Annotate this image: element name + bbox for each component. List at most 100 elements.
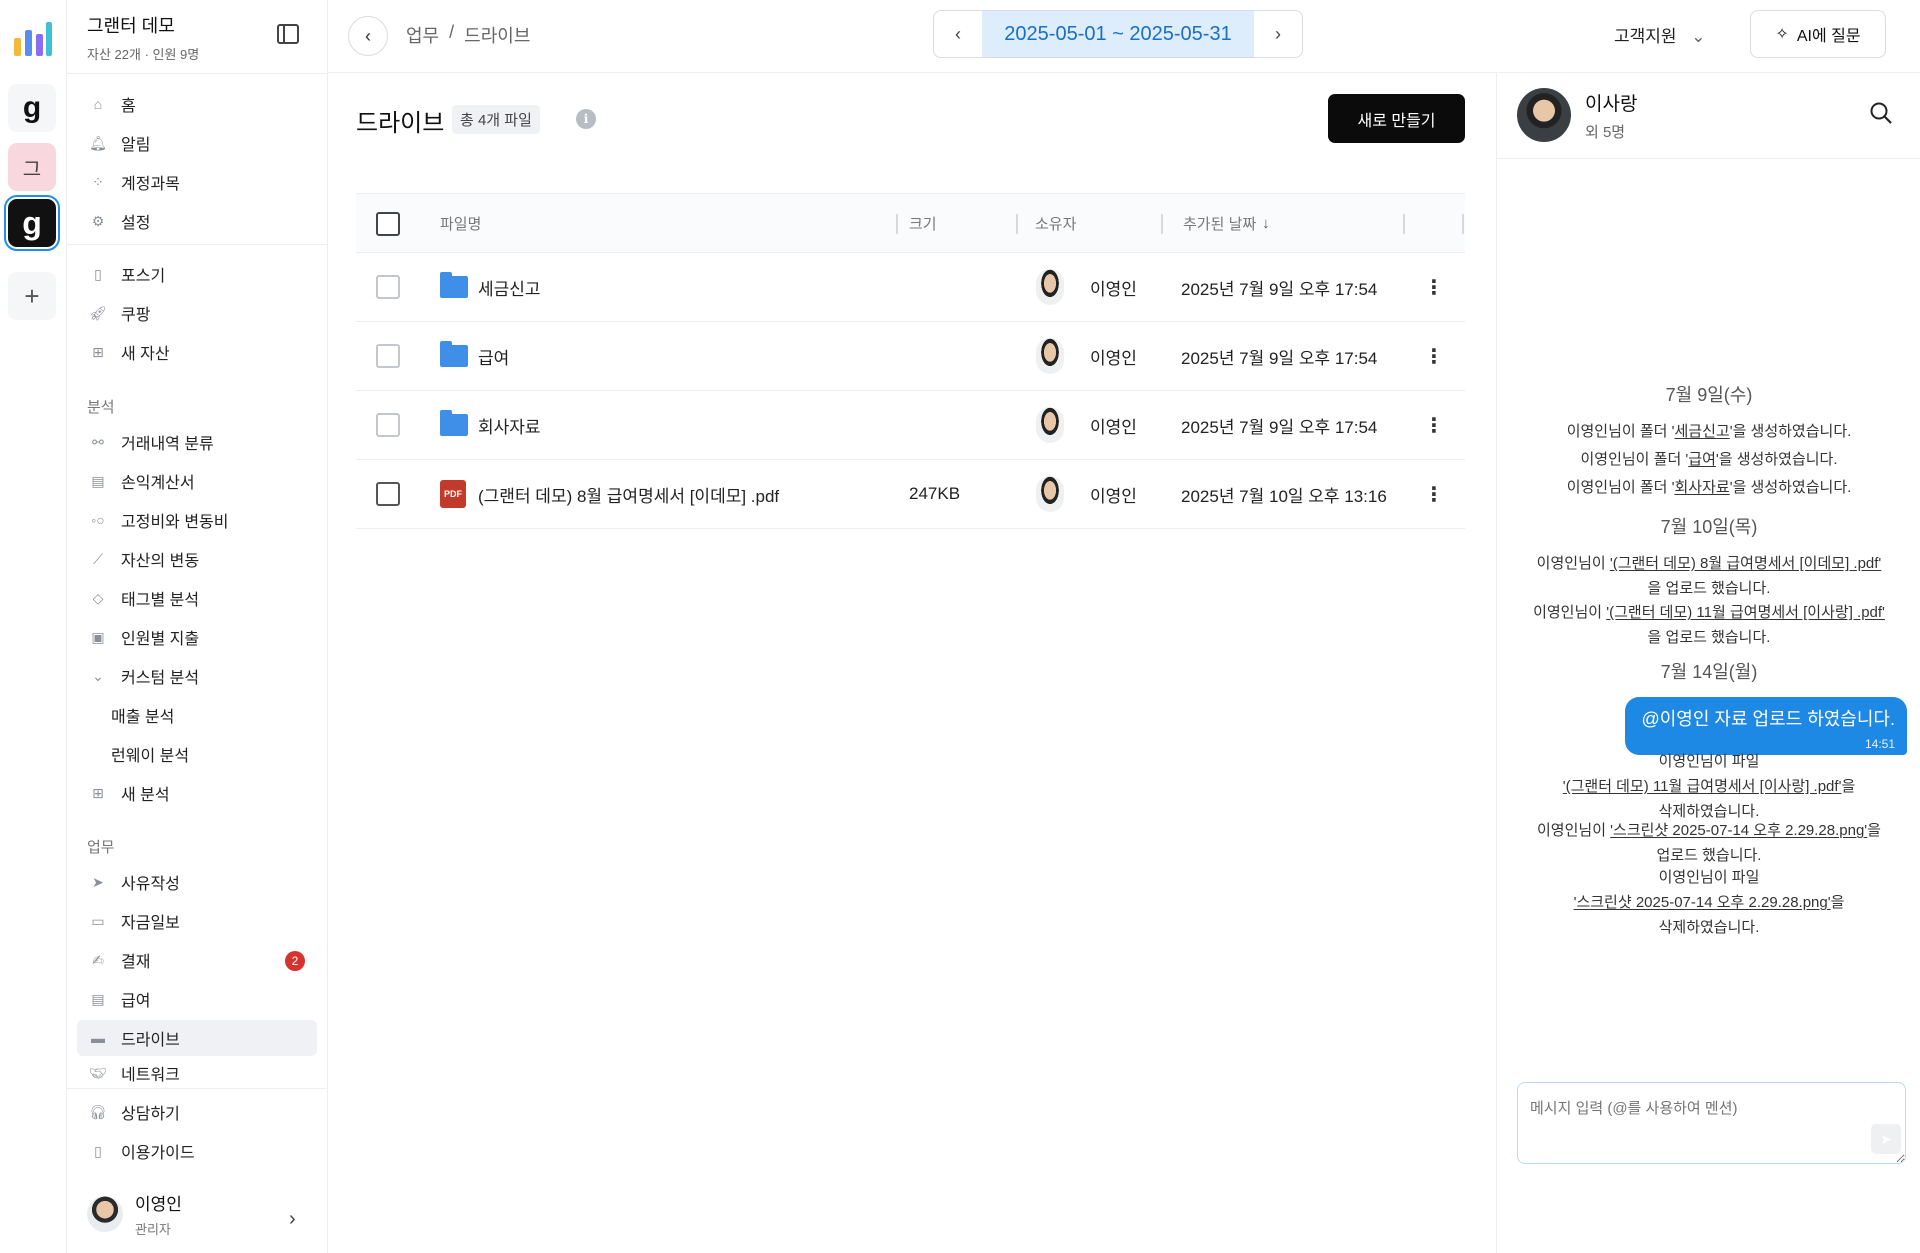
column-resizer[interactable]	[896, 214, 898, 234]
sidebar-item-home[interactable]: ⌂ 홈	[77, 86, 317, 122]
main-content: 드라이브 총 4개 파일 i 새로 만들기 파일명 크기 소유자 추가된 날짜 ↓…	[328, 73, 1496, 1253]
sidebar-item-sales-analysis[interactable]: 매출 분석	[77, 697, 317, 733]
column-header-date[interactable]: 추가된 날짜 ↓	[1183, 194, 1270, 252]
table-row[interactable]: 급여 이영인 2025년 7월 9일 오후 17:54 ⋮	[356, 322, 1465, 391]
sidebar-item-network[interactable]: 🤝︎ 네트워크	[77, 1059, 317, 1087]
avatar[interactable]	[1517, 88, 1571, 142]
chevron-down-icon: ⌄	[1691, 27, 1706, 46]
column-header-name[interactable]: 파일명	[440, 194, 481, 252]
row-checkbox[interactable]	[376, 482, 400, 506]
chat-participant-name: 이사랑	[1585, 94, 1638, 115]
select-all-checkbox[interactable]	[376, 212, 400, 236]
add-workspace-button[interactable]: +	[8, 272, 56, 320]
sidebar-item-asset-change[interactable]: ⟋ 자산의 변동	[77, 541, 317, 577]
next-range-button[interactable]: ›	[1254, 11, 1302, 57]
sidebar-item-person-spend[interactable]: ▣ 인원별 지출	[77, 619, 317, 655]
headset-icon: 🎧︎	[89, 1103, 107, 1120]
support-dropdown[interactable]: 고객지원 ⌄	[1614, 22, 1706, 47]
date-range-text[interactable]: 2025-05-01 ~ 2025-05-31	[982, 11, 1254, 57]
system-message: 이영인님이 '스크린샷 2025-07-14 오후 2.29.28.png'을 업…	[1537, 822, 1881, 864]
app-logo-icon[interactable]	[10, 18, 54, 62]
pos-icon: ▯	[94, 265, 102, 282]
ask-ai-button[interactable]: ✧ AI에 질문	[1750, 10, 1886, 58]
column-resizer[interactable]	[1462, 214, 1464, 234]
table-row[interactable]: 회사자료 이영인 2025년 7월 9일 오후 17:54 ⋮	[356, 391, 1465, 460]
message-link[interactable]: 세금신고	[1675, 423, 1730, 440]
sidebar-item-consult[interactable]: 🎧︎ 상담하기	[77, 1094, 317, 1130]
system-message: 이영인님이 폴더 '세금신고'을 생성하였습니다.	[1566, 423, 1852, 440]
workspace-k-button[interactable]: 그	[8, 143, 56, 191]
sidebar-item-approval[interactable]: ✍︎ 결재 2	[77, 942, 317, 978]
back-button[interactable]: ‹	[348, 16, 388, 56]
chat-participant-count[interactable]: 외 5명	[1585, 121, 1625, 142]
message-link[interactable]: 회사자료	[1675, 479, 1730, 496]
file-name[interactable]: 세금신고	[478, 275, 541, 300]
send-button[interactable]: ➤	[1871, 1124, 1901, 1154]
file-name[interactable]: 급여	[478, 344, 509, 369]
sidebar-item-alerts[interactable]: 🔔︎ 알림	[77, 125, 317, 161]
more-options-icon[interactable]: ⋮	[1424, 460, 1444, 528]
chat-message-bubble[interactable]: @이영인 자료 업로드 하였습니다. 14:51	[1625, 697, 1907, 755]
sidebar-item-accounts[interactable]: ⁘ 계정과목	[77, 164, 317, 200]
message-link[interactable]: '스크린샷 2025-07-14 오후 2.29.28.png'	[1574, 894, 1831, 911]
message-link[interactable]: 급여	[1688, 451, 1716, 468]
info-icon[interactable]: i	[576, 109, 596, 129]
sidebar-item-payroll[interactable]: ▤ 급여	[77, 981, 317, 1017]
column-resizer[interactable]	[1016, 214, 1018, 234]
sidebar-item-reason[interactable]: ➤ 사유작성	[77, 864, 317, 900]
row-checkbox[interactable]	[376, 275, 400, 299]
row-checkbox[interactable]	[376, 344, 400, 368]
file-date: 2025년 7월 10일 오후 13:16	[1181, 486, 1387, 506]
workspace-g-button[interactable]: g	[8, 84, 56, 132]
row-checkbox[interactable]	[376, 413, 400, 437]
message-link[interactable]: '(그랜터 데모) 8월 급여명세서 [이데모] .pdf'	[1610, 555, 1881, 572]
column-header-owner[interactable]: 소유자	[1035, 194, 1076, 252]
handshake-icon: 🤝︎	[89, 1064, 107, 1081]
sidebar-item-settings[interactable]: ⚙ 설정	[77, 203, 317, 239]
file-name[interactable]: (그랜터 데모) 8월 급여명세서 [이데모] .pdf	[478, 482, 779, 507]
sidebar-item-drive[interactable]: ▬ 드라이브	[77, 1020, 317, 1056]
search-icon[interactable]	[1869, 101, 1893, 125]
org-meta: 자산 22개 · 인원 9명	[87, 47, 200, 62]
sidebar-item-fixed-var[interactable]: ◦○ 고정비와 변동비	[77, 502, 317, 538]
message-link[interactable]: '스크린샷 2025-07-14 오후 2.29.28.png'	[1610, 822, 1867, 839]
sidebar-item-pl[interactable]: ▤ 손익계산서	[77, 463, 317, 499]
sidebar-item-new-analysis[interactable]: ⊞ 새 분석	[77, 775, 317, 811]
more-options-icon[interactable]: ⋮	[1424, 322, 1444, 390]
column-header-size[interactable]: 크기	[909, 194, 937, 252]
breadcrumb: 업무 / 드라이브	[406, 22, 530, 48]
sidebar-collapse-icon[interactable]	[277, 24, 299, 44]
avatar	[1036, 476, 1064, 512]
create-new-button[interactable]: 새로 만들기	[1328, 94, 1465, 143]
sidebar-item-daily-fund[interactable]: ▭ 자금일보	[77, 903, 317, 939]
org-info[interactable]: 그랜터 데모 자산 22개 · 인원 9명	[87, 12, 199, 63]
more-options-icon[interactable]: ⋮	[1424, 253, 1444, 321]
report-icon: ▭	[91, 912, 105, 929]
message-link[interactable]: '(그랜터 데모) 11월 급여명세서 [이사랑] .pdf'	[1606, 604, 1885, 621]
column-resizer[interactable]	[1403, 214, 1405, 234]
sidebar-item-pos[interactable]: ▯ 포스기	[77, 256, 317, 292]
table-row[interactable]: PDF (그랜터 데모) 8월 급여명세서 [이데모] .pdf 247KB 이영…	[356, 460, 1465, 529]
table-row[interactable]: 세금신고 이영인 2025년 7월 9일 오후 17:54 ⋮	[356, 253, 1465, 322]
sidebar-item-runway-analysis[interactable]: 런웨이 분석	[77, 736, 317, 772]
sidebar-item-coupang[interactable]: 🚀︎ 쿠팡	[77, 295, 317, 331]
message-input[interactable]	[1517, 1082, 1906, 1164]
more-options-icon[interactable]: ⋮	[1424, 391, 1444, 459]
user-profile[interactable]: 이영인 관리자	[87, 1190, 182, 1238]
column-resizer[interactable]	[1161, 214, 1163, 234]
file-name[interactable]: 회사자료	[478, 413, 541, 438]
message-link[interactable]: '(그랜터 데모) 11월 급여명세서 [이사랑] .pdf'	[1563, 778, 1842, 795]
file-date: 2025년 7월 9일 오후 17:54	[1181, 279, 1378, 299]
send-icon: ➤	[1880, 1130, 1892, 1147]
chat-header: 이사랑 외 5명	[1497, 73, 1920, 159]
sidebar-item-tag-analysis[interactable]: ◇ 태그별 분석	[77, 580, 317, 616]
sidebar-item-custom-analysis[interactable]: ⌄ 커스텀 분석	[77, 658, 317, 694]
workspace-active-button[interactable]: g	[4, 195, 60, 251]
sidebar-item-new-asset[interactable]: ⊞ 새 자산	[77, 334, 317, 370]
sidebar-item-guide[interactable]: ▯ 이용가이드	[77, 1133, 317, 1169]
prev-range-button[interactable]: ‹	[934, 11, 982, 57]
sidebar-item-tx-class[interactable]: ⚯ 거래내역 분류	[77, 424, 317, 460]
chevron-right-icon[interactable]: ›	[289, 1208, 296, 1231]
breadcrumb-work[interactable]: 업무	[406, 22, 439, 48]
sort-down-icon[interactable]: ↓	[1262, 215, 1270, 232]
